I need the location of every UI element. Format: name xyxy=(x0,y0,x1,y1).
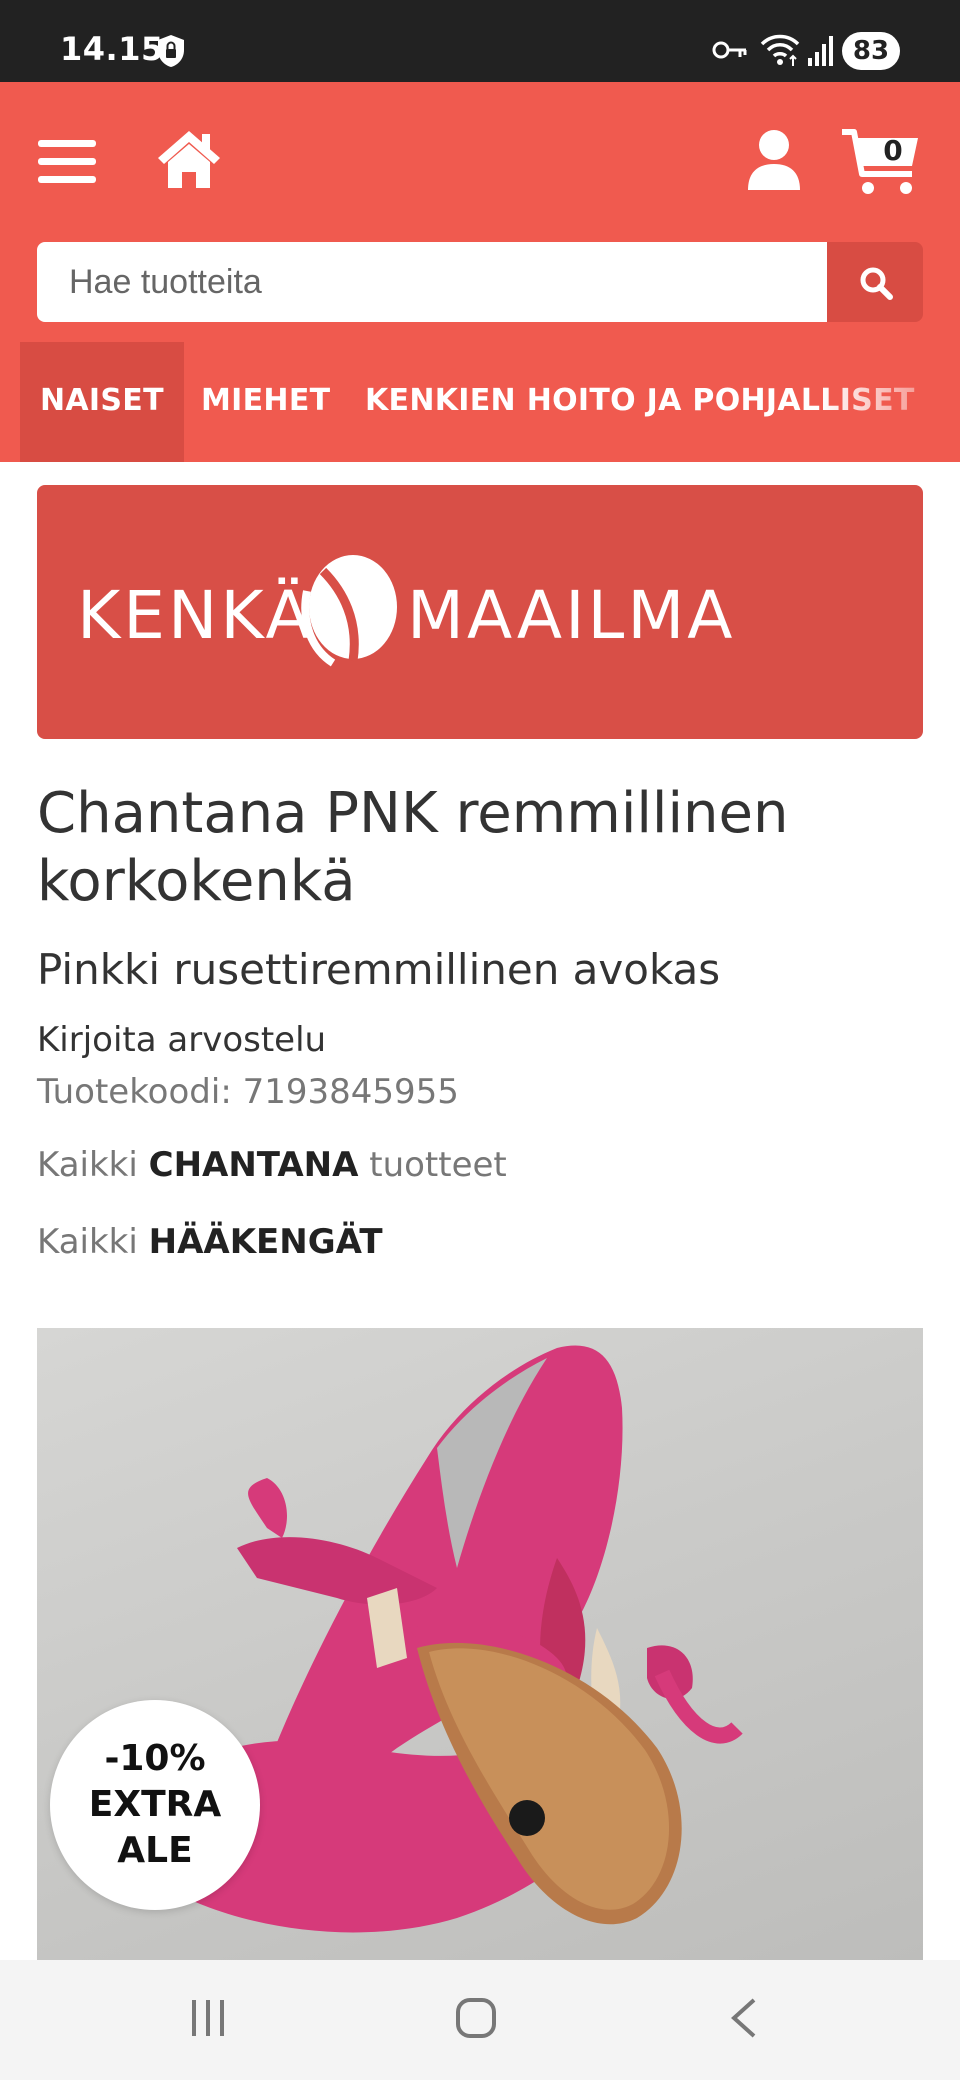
wifi-icon xyxy=(760,34,800,66)
category-nav: NAISET MIEHET KENKIEN HOITO JA POHJALLIS… xyxy=(0,342,960,462)
product-code-label: Tuotekoodi: xyxy=(37,1072,232,1112)
sale-badge-line-1: -10% xyxy=(104,1738,206,1779)
all-category-prefix: Kaikki xyxy=(37,1222,138,1262)
brand-logo-banner[interactable]: KENKÄ MAAILMA xyxy=(37,485,923,739)
signal-icon xyxy=(808,36,833,66)
shield-icon xyxy=(158,35,184,67)
all-brand-suffix: tuotteet xyxy=(369,1145,507,1185)
product-code: Tuotekoodi: 7193845955 xyxy=(37,1072,459,1112)
home-nav-icon[interactable] xyxy=(454,1996,498,2040)
all-brand-name: CHANTANA xyxy=(148,1145,359,1185)
nav-item-miehet[interactable]: MIEHET xyxy=(181,342,350,462)
nav-item-kenkien-hoito[interactable]: KENKIEN HOITO JA POHJALLISET xyxy=(345,342,935,462)
recent-apps-icon[interactable] xyxy=(188,1998,228,2038)
user-icon[interactable] xyxy=(746,128,802,192)
cart-count: 0 xyxy=(883,134,903,167)
status-time: 14.15 xyxy=(60,30,164,68)
key-icon xyxy=(712,41,747,59)
site-header: 0 NAISET MIEHET KENKIEN HOITO JA POHJALL… xyxy=(0,82,960,462)
product-code-value: 7193845955 xyxy=(242,1072,459,1112)
search-button[interactable] xyxy=(827,242,923,322)
cart-button[interactable]: 0 xyxy=(840,126,922,198)
logo-text-kenka: KENKÄ xyxy=(77,577,314,654)
all-brand-prefix: Kaikki xyxy=(37,1145,138,1185)
hamburger-menu-icon[interactable] xyxy=(38,138,96,186)
product-subtitle: Pinkki rusettiremmillinen avokas xyxy=(37,945,721,994)
nav-item-naiset[interactable]: NAISET xyxy=(20,342,184,462)
all-category-link[interactable]: Kaikki HÄÄKENGÄT xyxy=(37,1222,383,1262)
home-icon[interactable] xyxy=(156,128,222,190)
sale-badge-line-2: EXTRA xyxy=(88,1784,222,1825)
back-icon[interactable] xyxy=(728,1996,760,2040)
product-title: Chantana PNK remmillinen korkokenkä xyxy=(37,781,789,914)
search-bar xyxy=(37,242,923,322)
write-review-link[interactable]: Kirjoita arvostelu xyxy=(37,1020,326,1060)
search-input[interactable] xyxy=(37,242,827,322)
all-category-name: HÄÄKENGÄT xyxy=(148,1222,383,1262)
logo-mark-icon xyxy=(301,555,397,667)
search-icon xyxy=(860,267,893,300)
sale-badge-line-3: ALE xyxy=(117,1830,193,1871)
system-nav-bar xyxy=(0,1960,960,2080)
logo-text-maailma: MAAILMA xyxy=(407,577,736,654)
all-brand-link[interactable]: Kaikki CHANTANA tuotteet xyxy=(37,1145,507,1185)
sale-badge: -10% EXTRA ALE xyxy=(50,1700,260,1910)
battery-indicator: 83 xyxy=(842,32,900,70)
status-bar: 14.15 83 xyxy=(0,0,960,82)
